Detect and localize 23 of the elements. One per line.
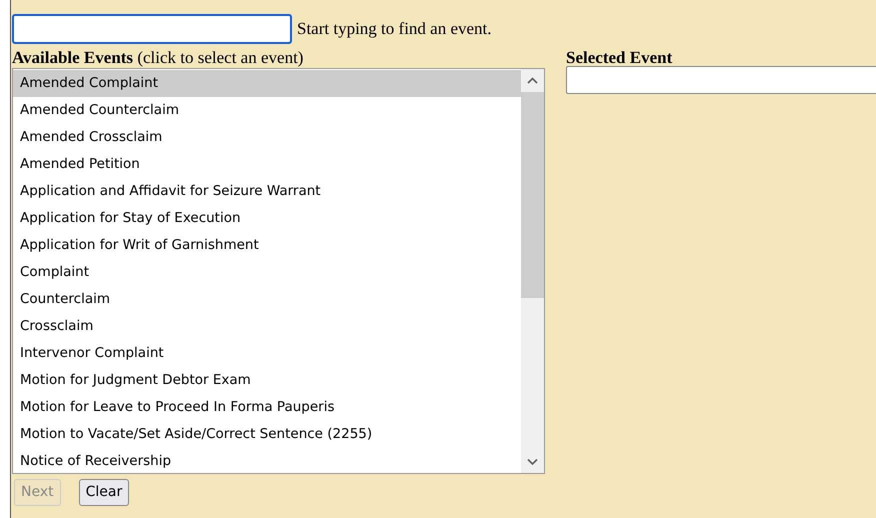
event-option[interactable]: Motion to Vacate/Set Aside/Correct Sentence (2255) bbox=[13, 421, 521, 448]
event-option[interactable]: Application for Writ of Garnishment bbox=[13, 232, 521, 259]
events-listbox[interactable] bbox=[12, 68, 545, 474]
scrollbar[interactable] bbox=[521, 69, 544, 473]
event-option[interactable]: Notice of Receivership bbox=[13, 448, 521, 475]
event-option[interactable]: Complaint bbox=[13, 259, 521, 286]
scrollbar-thumb[interactable] bbox=[521, 92, 544, 298]
event-option[interactable]: Motion for Judgment Debtor Exam bbox=[13, 367, 521, 394]
event-option[interactable]: Application and Affidavit for Seizure Warrant bbox=[13, 178, 521, 205]
event-option[interactable]: Amended Counterclaim bbox=[13, 97, 521, 124]
event-option[interactable]: Amended Petition bbox=[13, 151, 521, 178]
event-option[interactable]: Counterclaim bbox=[13, 286, 521, 313]
event-option[interactable]: Amended Complaint bbox=[13, 70, 521, 97]
form-button[interactable]: Clear bbox=[78, 479, 130, 506]
event-option[interactable]: Crossclaim bbox=[13, 313, 521, 340]
search-field[interactable] bbox=[12, 14, 292, 44]
selected-event-heading: Selected Event bbox=[566, 48, 674, 68]
event-option[interactable]: Motion for Leave to Proceed In Forma Pauperis bbox=[13, 394, 521, 421]
event-option[interactable]: Intervenor Complaint bbox=[13, 340, 521, 367]
event-option[interactable]: Amended Crossclaim bbox=[13, 124, 521, 151]
event-option[interactable]: Application for Stay of Execution bbox=[13, 205, 521, 232]
search-hint: Start typing to find an event. bbox=[297, 18, 492, 40]
available-events-heading: Available Events (click to select an event) bbox=[12, 48, 304, 68]
